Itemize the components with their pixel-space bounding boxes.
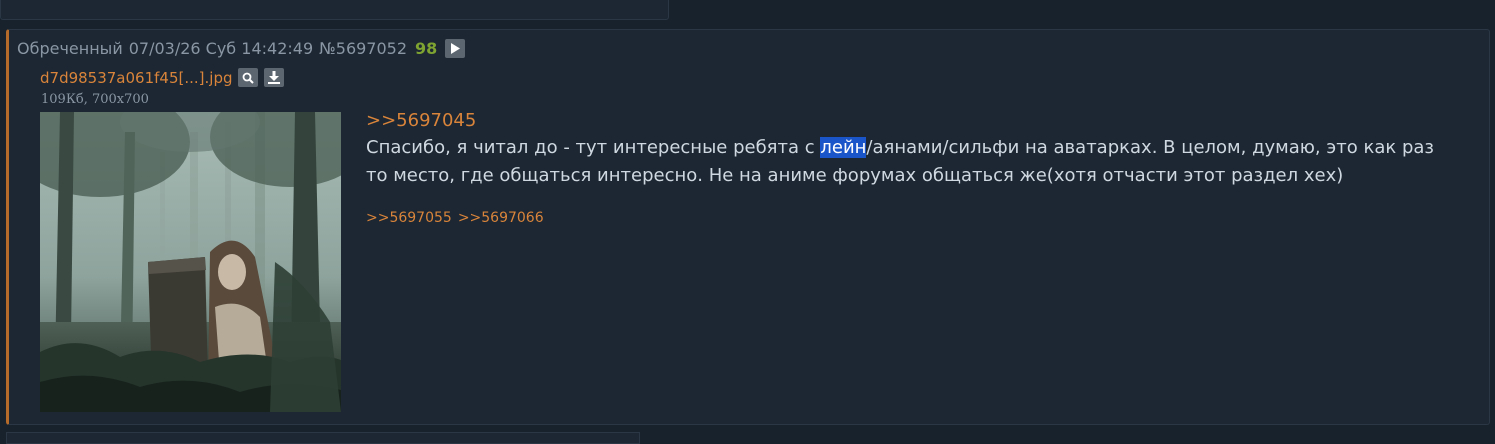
post-header: Обреченный 07/03/26 Суб 14:42:49 №569705… — [17, 38, 466, 58]
highlighted-text: лейн — [820, 137, 867, 158]
poster-name: Обреченный — [17, 38, 123, 58]
download-icon — [268, 71, 281, 84]
play-button[interactable] — [445, 38, 466, 58]
post-count: 98 — [415, 38, 438, 58]
file-meta: 109Кб, 700x700 — [41, 92, 149, 107]
post: Обреченный 07/03/26 Суб 14:42:49 №569705… — [6, 29, 1490, 425]
file-link[interactable]: d7d98537a061f45[...].jpg — [40, 69, 232, 87]
post-number[interactable]: №5697052 — [319, 39, 407, 58]
post-date: 07/03/26 Суб 14:42:49 — [128, 38, 314, 58]
previous-post — [0, 0, 669, 20]
message-text-before: Спасибо, я читал до - тут интересные реб… — [366, 137, 821, 158]
play-icon — [451, 42, 461, 54]
post-body: >>5697045 Спасибо, я читал до - тут инте… — [366, 108, 1466, 226]
replies-list: >>5697055 >>5697066 — [366, 210, 1466, 226]
reply-link-2[interactable]: >>5697066 — [458, 210, 544, 226]
post-image[interactable] — [40, 112, 341, 412]
reply-link-1[interactable]: >>5697055 — [366, 210, 452, 226]
search-icon — [243, 72, 255, 84]
download-button[interactable] — [264, 68, 285, 87]
forest-image — [40, 112, 341, 412]
search-image-button[interactable] — [238, 68, 259, 87]
next-post — [6, 432, 640, 444]
post-message: Спасибо, я читал до - тут интересные реб… — [366, 134, 1446, 190]
file-info: d7d98537a061f45[...].jpg — [40, 68, 285, 87]
reply-to-link[interactable]: >>5697045 — [366, 108, 1466, 134]
